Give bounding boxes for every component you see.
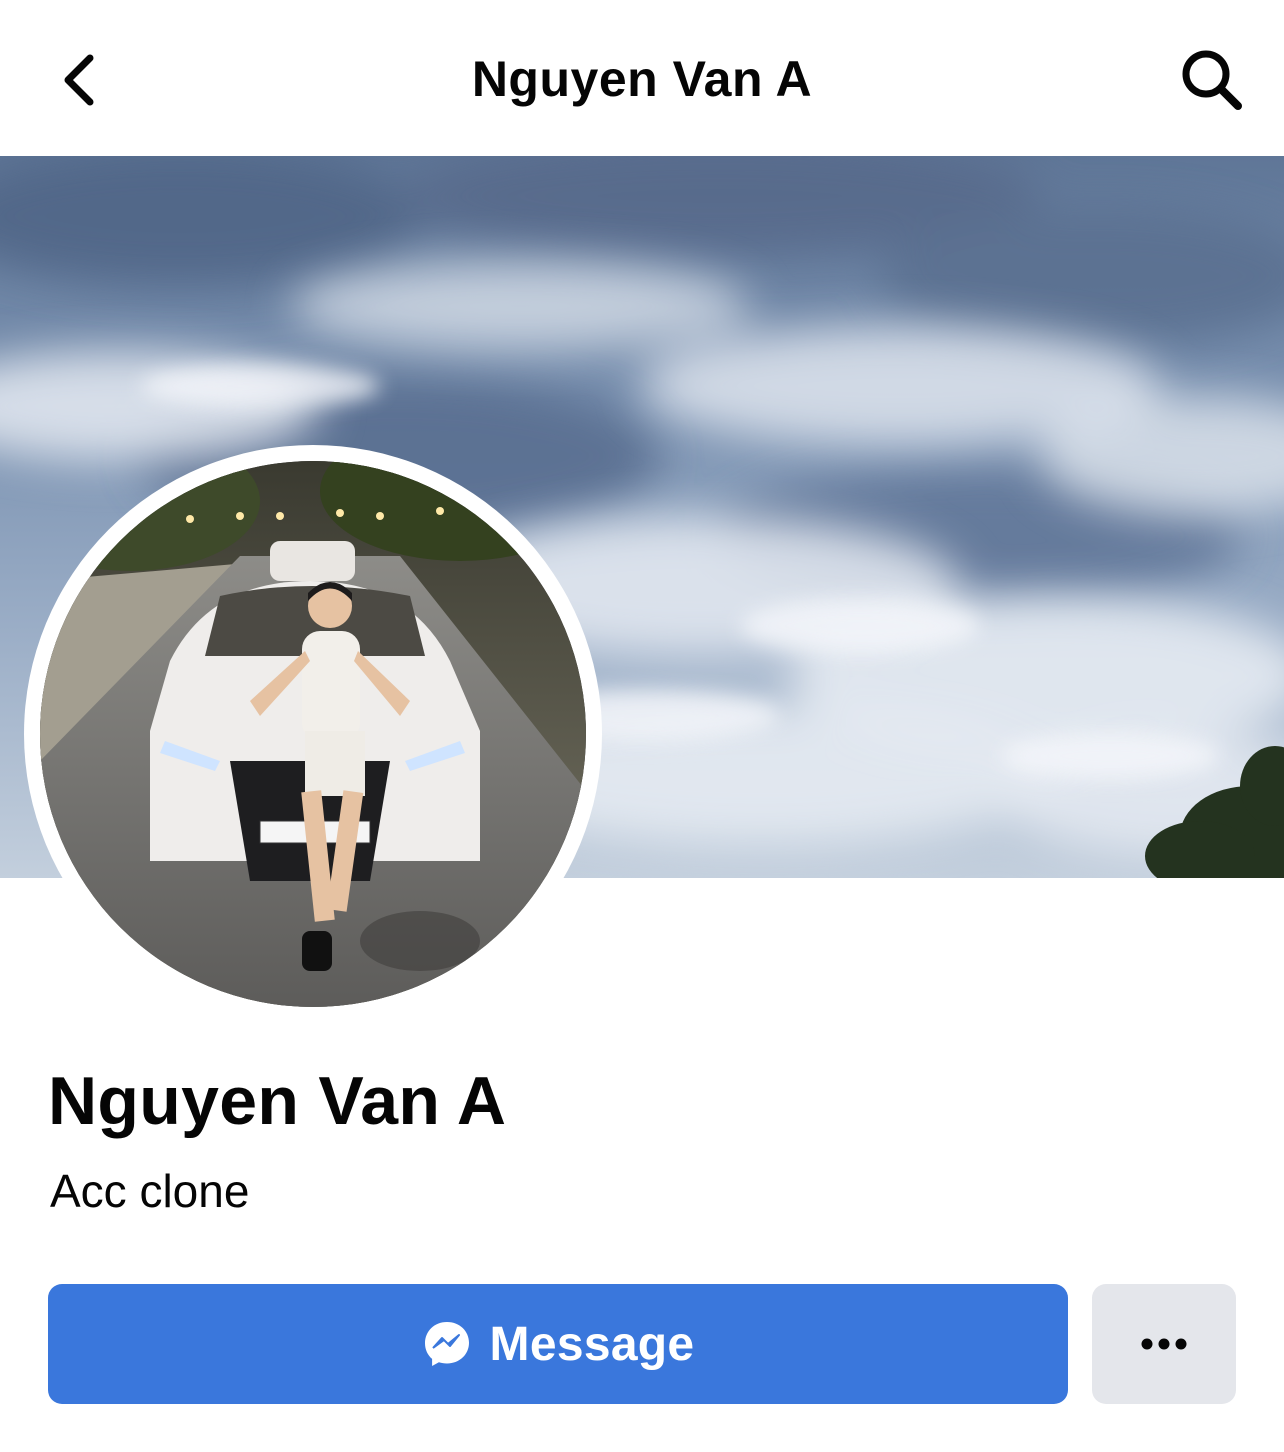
top-nav-bar: Nguyen Van A xyxy=(0,0,1284,156)
more-options-button[interactable] xyxy=(1092,1284,1236,1404)
messenger-icon xyxy=(422,1319,472,1369)
profile-page: Nguyen Van A Nguyen Van A Acc clone Mess… xyxy=(0,0,1284,1452)
profile-picture xyxy=(40,461,586,1007)
more-dots-icon xyxy=(1141,1338,1187,1350)
search-button[interactable] xyxy=(1170,38,1254,122)
profile-name: Nguyen Van A xyxy=(48,1063,507,1139)
message-button[interactable]: Message xyxy=(48,1284,1068,1404)
profile-bio: Acc clone xyxy=(50,1165,250,1217)
nav-title: Nguyen Van A xyxy=(471,51,813,107)
avatar[interactable] xyxy=(40,461,586,1007)
message-button-label: Message xyxy=(489,1317,695,1371)
search-icon xyxy=(1182,50,1242,110)
